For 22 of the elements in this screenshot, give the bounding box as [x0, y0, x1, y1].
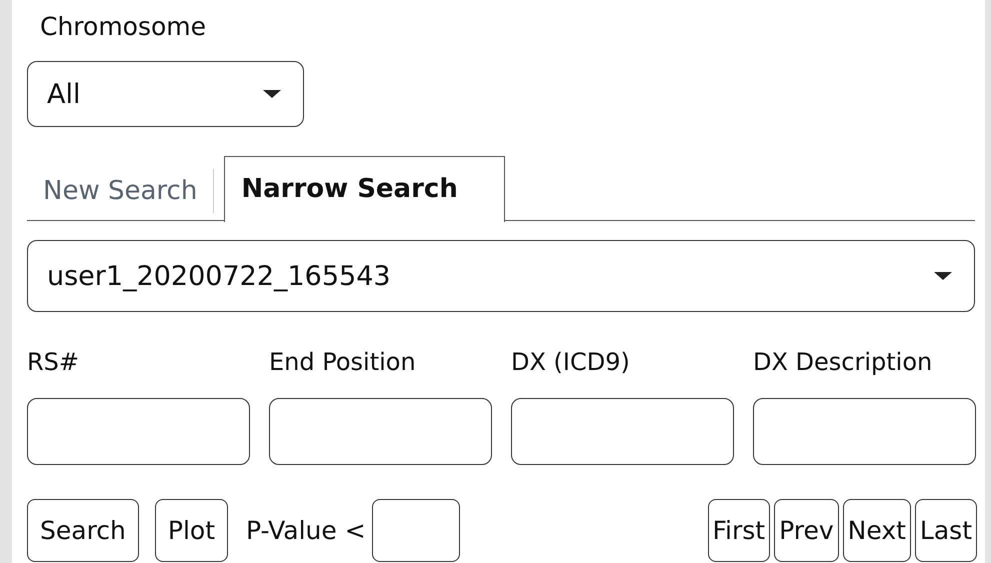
- field-label: DX Description: [753, 348, 934, 378]
- input-field[interactable]: [27, 398, 250, 465]
- chromosome-label: Chromosome: [40, 12, 208, 43]
- dropdown[interactable]: user1_20200722_165543: [27, 240, 975, 312]
- dropdown[interactable]: All: [27, 61, 304, 127]
- field-label: DX (ICD9): [511, 348, 631, 378]
- field-label: RS#: [27, 348, 80, 378]
- field-label: End Position: [269, 348, 417, 378]
- input-field[interactable]: [269, 398, 492, 465]
- input-field[interactable]: [511, 398, 734, 465]
- pager-button[interactable]: Next: [842, 499, 911, 562]
- p-value-field[interactable]: [372, 499, 460, 562]
- action-button[interactable]: Plot: [154, 499, 228, 562]
- pager-button[interactable]: Prev: [774, 499, 839, 562]
- pager-button[interactable]: Last: [914, 499, 977, 562]
- caret-icon: [934, 272, 952, 280]
- pager-button[interactable]: First: [708, 499, 770, 562]
- action-button[interactable]: Search: [27, 499, 139, 562]
- p-value-label: P-Value <: [246, 516, 366, 545]
- tab[interactable]: Narrow Search: [224, 156, 506, 222]
- caret-icon: [263, 90, 281, 98]
- input-field[interactable]: [753, 398, 976, 465]
